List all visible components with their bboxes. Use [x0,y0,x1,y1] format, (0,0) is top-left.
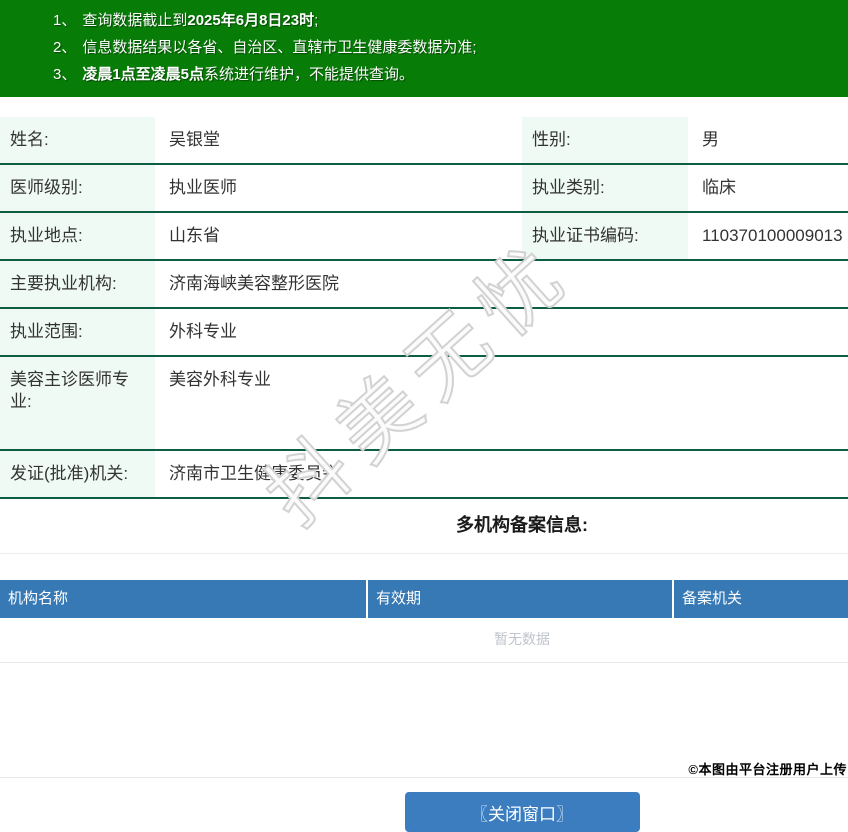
column-header-authority: 备案机关 [673,580,848,618]
main-org-value: 济南海峡美容整形医院 [155,260,848,309]
level-value: 执业医师 [155,164,522,213]
records-table: 机构名称 有效期 备案机关 暂无数据 [0,580,848,663]
notice-text: 凌晨1点至凌晨5点系统进行维护，不能提供查询。 [82,66,415,83]
table-row: 主要执业机构: 济南海峡美容整形医院 [0,260,848,309]
gender-label: 性别: [522,117,688,165]
records-section-title: 多机构备案信息: [0,499,848,554]
scope-label: 执业范围: [0,308,155,357]
footer: 〖关闭窗口〗 [0,777,848,832]
location-value: 山东省 [155,212,522,261]
level-label: 医师级别: [0,164,155,213]
records-empty-row: 暂无数据 [0,618,848,663]
category-label: 执业类别: [522,164,688,213]
table-row: 姓名: 吴银堂 性别: 男 [0,117,848,165]
table-row: 发证(批准)机关: 济南市卫生健康委员会 [0,450,848,499]
notice-number: 2、 [53,39,77,56]
issuer-value: 济南市卫生健康委员会 [155,450,848,499]
name-label: 姓名: [0,117,155,165]
table-row: 执业范围: 外科专业 [0,308,848,357]
notice-number: 3、 [53,66,77,83]
cert-number-label: 执业证书编码: [522,212,688,261]
main-org-label: 主要执业机构: [0,260,155,309]
empty-data-text: 暂无数据 [0,618,848,663]
issuer-label: 发证(批准)机关: [0,450,155,499]
notice-text: 查询数据截止到2025年6月8日23时; [82,12,319,29]
credit-watermark: ©本图由平台注册用户上传 [688,762,847,777]
name-value: 吴银堂 [155,117,522,165]
records-header-row: 机构名称 有效期 备案机关 [0,580,848,618]
notice-line-2: 2、 信息数据结果以各省、自治区、直辖市卫生健康委数据为准; [53,34,848,61]
gender-value: 男 [688,117,848,165]
scope-value: 外科专业 [155,308,848,357]
notice-text: 信息数据结果以各省、自治区、直辖市卫生健康委数据为准; [82,39,477,56]
cosmetic-specialty-value: 美容外科专业 [155,356,848,451]
category-value: 临床 [688,164,848,213]
table-row: 执业地点: 山东省 执业证书编码: 110370100009013 [0,212,848,261]
close-window-button[interactable]: 〖关闭窗口〗 [404,792,640,832]
notice-line-1: 1、 查询数据截止到2025年6月8日23时; [53,7,848,34]
column-header-validity: 有效期 [367,580,674,618]
doctor-info-table: 姓名: 吴银堂 性别: 男 医师级别: 执业医师 执业类别: 临床 执业地点: … [0,117,848,499]
column-header-org-name: 机构名称 [0,580,368,618]
cosmetic-specialty-label: 美容主诊医师专业: [0,356,155,451]
cert-number-value: 110370100009013 [688,212,848,261]
location-label: 执业地点: [0,212,155,261]
notice-line-3: 3、 凌晨1点至凌晨5点系统进行维护，不能提供查询。 [53,61,848,88]
notice-number: 1、 [53,12,77,29]
table-row: 美容主诊医师专业: 美容外科专业 [0,356,848,451]
page-container: 1、 查询数据截止到2025年6月8日23时; 2、 信息数据结果以各省、自治区… [0,0,848,832]
table-row: 医师级别: 执业医师 执业类别: 临床 [0,164,848,213]
notice-banner: 1、 查询数据截止到2025年6月8日23时; 2、 信息数据结果以各省、自治区… [0,0,848,97]
